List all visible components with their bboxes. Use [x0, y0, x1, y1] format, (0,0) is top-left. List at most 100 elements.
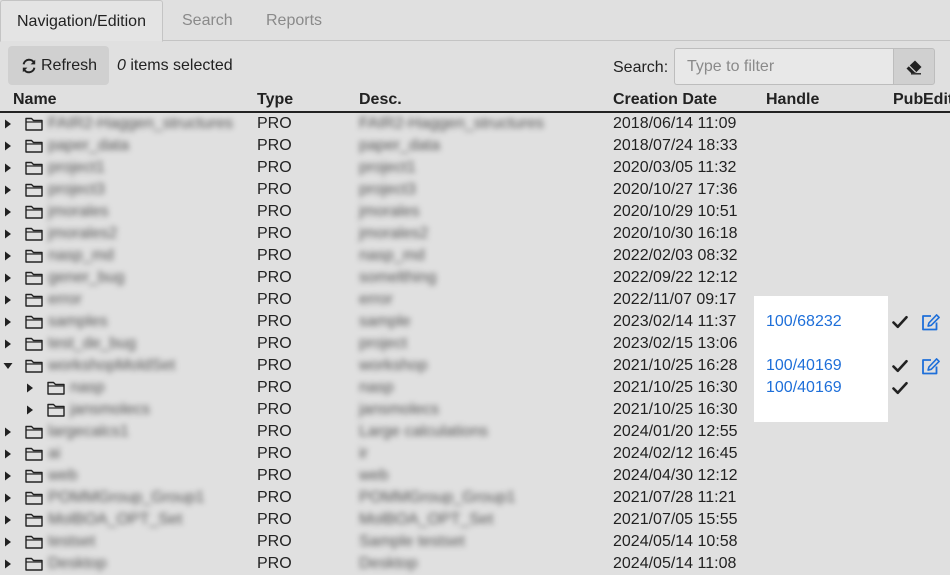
clear-search-button[interactable]: [893, 48, 935, 85]
table-row[interactable]: error PRO error 2022/11/07 09:17: [0, 289, 950, 311]
table-row[interactable]: testset PRO Sample testset 2024/05/14 10:58: [0, 531, 950, 553]
column-header-pub[interactable]: Pub: [893, 91, 923, 109]
project-name[interactable]: nasp: [70, 377, 105, 399]
expand-caret-icon[interactable]: [3, 487, 13, 509]
project-name[interactable]: workshopMoldSet: [48, 355, 175, 377]
table-row[interactable]: project1 PRO project1 2020/03/05 11:32: [0, 157, 950, 179]
folder-icon: [25, 157, 43, 179]
project-name[interactable]: nasp_md: [48, 245, 114, 267]
table-row[interactable]: web PRO web 2024/04/30 12:12: [0, 465, 950, 487]
project-type: PRO: [257, 555, 292, 572]
project-name[interactable]: web: [48, 465, 77, 487]
edit-icon[interactable]: [921, 355, 940, 377]
table-row[interactable]: test_de_bug PRO project 2023/02/15 13:06: [0, 333, 950, 355]
project-name[interactable]: project1: [48, 157, 105, 179]
project-name[interactable]: jmorales2: [48, 223, 117, 245]
project-type: PRO: [257, 137, 292, 154]
project-description: workshop: [359, 357, 428, 374]
table-row[interactable]: largecalcs1 PRO Large calculations 2024/01/…: [0, 421, 950, 443]
handle-link[interactable]: 100/68232: [766, 311, 842, 333]
handle-link[interactable]: 100/40169: [766, 377, 842, 399]
creation-date: 2018/06/14 11:09: [613, 115, 737, 132]
project-name[interactable]: paper_data: [48, 135, 129, 157]
table-row[interactable]: ai PRO ir 2024/02/12 16:45: [0, 443, 950, 465]
published-check-icon: [892, 355, 908, 377]
column-header-creation-date[interactable]: Creation Date: [613, 91, 717, 109]
column-header-desc[interactable]: Desc.: [359, 91, 402, 109]
project-name[interactable]: largecalcs1: [48, 421, 129, 443]
eraser-icon: [906, 60, 922, 74]
project-name[interactable]: FAIR2-Haggen_structures: [48, 113, 233, 135]
expand-caret-icon[interactable]: [3, 531, 13, 553]
table-row[interactable]: jmorales2 PRO jmorales2 2020/10/30 16:18: [0, 223, 950, 245]
expand-caret-icon[interactable]: [25, 377, 35, 399]
expand-caret-icon[interactable]: [3, 245, 13, 267]
expand-caret-icon[interactable]: [3, 135, 13, 157]
expand-caret-icon[interactable]: [3, 289, 13, 311]
creation-date: 2024/05/14 11:08: [613, 555, 737, 572]
project-description: FAIR2-Haggen_structures: [359, 115, 544, 132]
expand-caret-icon[interactable]: [3, 113, 13, 135]
expand-caret-icon[interactable]: [3, 509, 13, 531]
table-row[interactable]: workshopMoldSet PRO workshop 2021/10/25 16:…: [0, 355, 950, 377]
table-row[interactable]: Desktop PRO Desktop 2024/05/14 11:08: [0, 553, 950, 575]
table-row[interactable]: paper_data PRO paper_data 2018/07/24 18:33: [0, 135, 950, 157]
project-name[interactable]: ai: [48, 443, 60, 465]
project-name[interactable]: samples: [48, 311, 108, 333]
expand-caret-icon[interactable]: [3, 267, 13, 289]
expand-caret-icon[interactable]: [3, 333, 13, 355]
folder-icon: [25, 553, 43, 575]
table-row[interactable]: samples PRO sample 2023/02/14 11:37 100/6823…: [0, 311, 950, 333]
search-input[interactable]: [674, 48, 894, 85]
tab-reports[interactable]: Reports: [250, 0, 338, 42]
table-row[interactable]: FAIR2-Haggen_structures PRO FAIR2-Haggen_s…: [0, 113, 950, 135]
tab-search[interactable]: Search: [166, 0, 249, 42]
expand-caret-icon[interactable]: [3, 157, 13, 179]
column-header-type[interactable]: Type: [257, 91, 293, 109]
project-type: PRO: [257, 335, 292, 352]
project-name[interactable]: testset: [48, 531, 95, 553]
refresh-button[interactable]: Refresh: [8, 46, 109, 85]
folder-icon: [47, 377, 65, 399]
project-name[interactable]: project3: [48, 179, 105, 201]
project-type: PRO: [257, 247, 292, 264]
project-name[interactable]: jansmolecs: [70, 399, 150, 421]
table-row[interactable]: nasp_md PRO nasp_md 2022/02/03 08:32: [0, 245, 950, 267]
project-name[interactable]: MolBOA_OPT_Set: [48, 509, 182, 531]
expand-caret-icon[interactable]: [25, 399, 35, 421]
expand-caret-icon[interactable]: [3, 311, 13, 333]
table-row[interactable]: POMMGroup_Group1 PRO POMMGroup_Group1 2021/…: [0, 487, 950, 509]
creation-date: 2023/02/14 11:37: [613, 313, 737, 330]
project-name[interactable]: POMMGroup_Group1: [48, 487, 205, 509]
project-name[interactable]: jmorales: [48, 201, 108, 223]
table-row[interactable]: nasp PRO nasp 2021/10/25 16:30 100/40169: [0, 377, 950, 399]
table-row[interactable]: gener_bug PRO somelthing 2022/09/22 12:12: [0, 267, 950, 289]
collapse-caret-icon[interactable]: [3, 355, 13, 377]
published-check-icon: [892, 311, 908, 333]
column-header-edit[interactable]: Edit: [923, 91, 950, 109]
table-row[interactable]: jansmolecs PRO jansmolecs 2021/10/25 16:30: [0, 399, 950, 421]
project-name[interactable]: test_de_bug: [48, 333, 136, 355]
table-row[interactable]: project3 PRO project3 2020/10/27 17:36: [0, 179, 950, 201]
creation-date: 2022/02/03 08:32: [613, 247, 738, 264]
project-description: jmorales2: [359, 225, 429, 242]
expand-caret-icon[interactable]: [3, 443, 13, 465]
table-row[interactable]: jmorales PRO jmorales 2020/10/29 10:51: [0, 201, 950, 223]
project-name[interactable]: Desktop: [48, 553, 107, 575]
expand-caret-icon[interactable]: [3, 421, 13, 443]
tab-navigation-edition[interactable]: Navigation/Edition: [0, 0, 163, 42]
table-row[interactable]: MolBOA_OPT_Set PRO MolBOA_OPT_Set 2021/07/0…: [0, 509, 950, 531]
handle-link[interactable]: 100/40169: [766, 355, 842, 377]
project-description: jansmolecs: [359, 401, 440, 418]
expand-caret-icon[interactable]: [3, 465, 13, 487]
expand-caret-icon[interactable]: [3, 201, 13, 223]
expand-caret-icon[interactable]: [3, 223, 13, 245]
expand-caret-icon[interactable]: [3, 179, 13, 201]
project-name[interactable]: error: [48, 289, 82, 311]
expand-caret-icon[interactable]: [3, 553, 13, 575]
folder-icon: [25, 267, 43, 289]
column-header-handle[interactable]: Handle: [766, 91, 819, 109]
project-name[interactable]: gener_bug: [48, 267, 125, 289]
column-header-name[interactable]: Name: [13, 91, 57, 109]
edit-icon[interactable]: [921, 311, 940, 333]
